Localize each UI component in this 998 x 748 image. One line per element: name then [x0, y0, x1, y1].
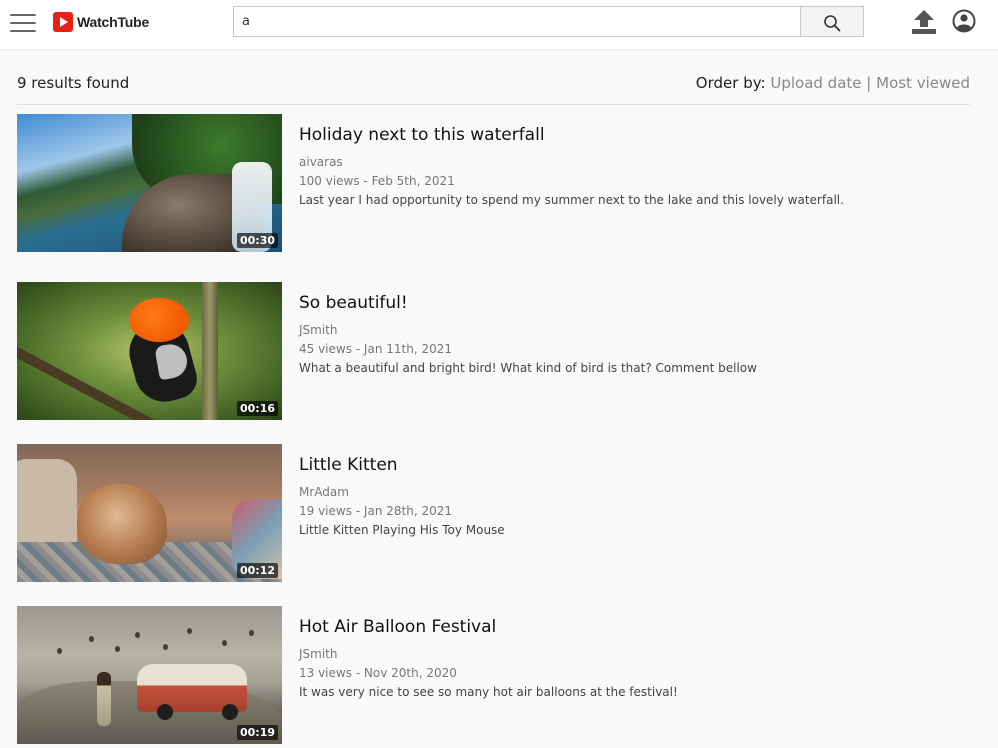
video-duration: 00:30 [236, 233, 278, 248]
video-meta: 13 views - Nov 20th, 2020 [299, 666, 457, 680]
video-channel[interactable]: JSmith [299, 646, 959, 662]
video-description: It was very nice to see so many hot air … [299, 685, 678, 699]
video-info: Holiday next to this waterfall aivaras 1… [299, 124, 959, 208]
video-info: So beautiful! JSmith 45 views - Jan 11th… [299, 292, 959, 376]
video-thumbnail[interactable]: 00:19 [17, 606, 282, 744]
video-description: What a beautiful and bright bird! What k… [299, 361, 757, 375]
video-duration: 00:16 [236, 401, 278, 416]
video-thumbnail[interactable]: 00:30 [17, 114, 282, 252]
results-bar: 9 results found Order by: Upload date | … [17, 72, 970, 96]
search-bar [233, 6, 864, 37]
video-description: Last year I had opportunity to spend my … [299, 193, 844, 207]
video-item[interactable]: 00:30 Holiday next to this waterfall aiv… [17, 114, 970, 254]
video-title[interactable]: Holiday next to this waterfall [299, 124, 959, 146]
results-count: 9 results found [17, 74, 130, 92]
video-info: Hot Air Balloon Festival JSmith 13 views… [299, 616, 959, 700]
video-title[interactable]: Hot Air Balloon Festival [299, 616, 959, 638]
search-input[interactable] [233, 6, 801, 37]
video-item[interactable]: 00:16 So beautiful! JSmith 45 views - Ja… [17, 282, 970, 422]
upload-button[interactable] [911, 8, 937, 36]
video-title[interactable]: So beautiful! [299, 292, 959, 314]
logo[interactable]: WatchTube [53, 12, 149, 32]
video-title[interactable]: Little Kitten [299, 454, 959, 476]
video-meta: 19 views - Jan 28th, 2021 [299, 504, 452, 518]
account-button[interactable] [952, 9, 976, 33]
video-item[interactable]: 00:19 Hot Air Balloon Festival JSmith 13… [17, 606, 970, 746]
order-most-viewed-link[interactable]: Most viewed [876, 74, 970, 92]
order-separator: | [866, 74, 872, 92]
video-item[interactable]: 00:12 Little Kitten MrAdam 19 views - Ja… [17, 444, 970, 584]
video-meta: 100 views - Feb 5th, 2021 [299, 174, 455, 188]
video-thumbnail[interactable]: 00:12 [17, 444, 282, 582]
video-duration: 00:19 [236, 725, 278, 740]
divider [17, 104, 970, 105]
video-channel[interactable]: aivaras [299, 154, 959, 170]
search-icon [824, 15, 841, 32]
search-button[interactable] [800, 6, 864, 37]
play-logo-icon [53, 12, 73, 32]
video-channel[interactable]: MrAdam [299, 484, 959, 500]
top-header: WatchTube [0, 0, 998, 50]
order-upload-date-link[interactable]: Upload date [770, 74, 861, 92]
video-channel[interactable]: JSmith [299, 322, 959, 338]
video-meta: 45 views - Jan 11th, 2021 [299, 342, 452, 356]
video-description: Little Kitten Playing His Toy Mouse [299, 523, 505, 537]
order-by: Order by: Upload date | Most viewed [696, 74, 970, 92]
video-thumbnail[interactable]: 00:16 [17, 282, 282, 420]
order-by-label: Order by: [695, 74, 766, 92]
video-info: Little Kitten MrAdam 19 views - Jan 28th… [299, 454, 959, 538]
account-icon [952, 9, 976, 33]
menu-icon[interactable] [10, 12, 36, 34]
video-duration: 00:12 [236, 563, 278, 578]
logo-text: WatchTube [77, 14, 150, 30]
upload-icon [912, 10, 936, 34]
